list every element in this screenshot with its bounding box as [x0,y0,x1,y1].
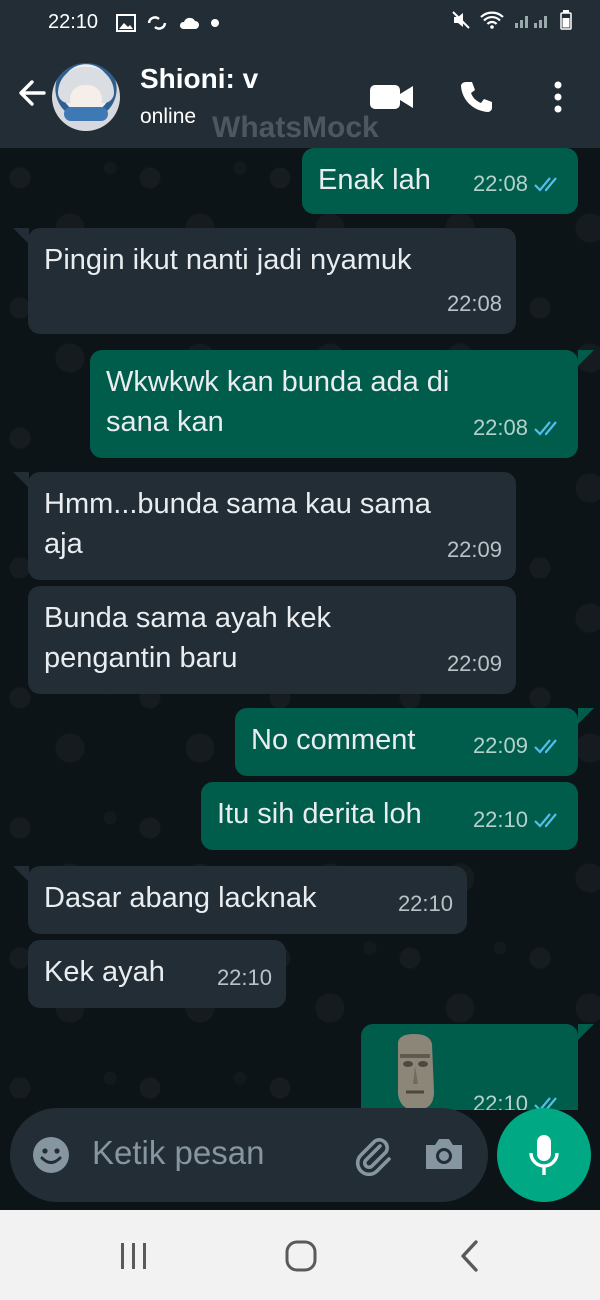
message-text-line: Bunda sama ayah kek [44,602,331,634]
recent-apps-icon[interactable] [114,1238,154,1274]
message-meta: 22:08 [473,408,564,448]
message-outgoing[interactable]: Enak lah 22:08 [302,148,578,214]
message-meta: 22:10 [473,1084,564,1110]
contact-status: online [140,105,197,128]
back-arrow-icon[interactable] [14,75,50,111]
sync-icon [146,14,168,32]
message-time: 22:09 [472,733,528,758]
message-composer: Ketik pesan [10,1108,488,1202]
message-meta: 22:10 [398,884,453,924]
mic-icon[interactable] [497,1108,591,1202]
read-ticks-icon [534,419,564,437]
message-meta: 22:09 [447,530,502,570]
camera-icon[interactable] [422,1132,466,1176]
message-text-line: aja [44,528,83,560]
signal-icon [514,11,550,35]
message-time: 22:08 [446,291,502,316]
message-meta: 22:08 [447,284,502,324]
message-text-line: Hmm...bunda sama kau sama [44,488,431,520]
message-time: 22:09 [446,651,502,676]
message-outgoing[interactable]: Itu sih derita loh 22:10 [201,782,578,850]
message-text: Itu sih derita loh [217,798,422,830]
status-time: 22:10 [48,11,99,33]
contact-name[interactable]: Shioni: v [140,63,258,95]
status-bar: 22:10 [0,0,600,45]
more-options-icon[interactable] [534,75,582,119]
message-time: 22:08 [472,171,528,196]
message-text: Enak lah [318,164,431,196]
emoji-icon[interactable] [30,1134,72,1176]
nav-back-icon[interactable] [450,1238,490,1274]
message-time: 22:10 [216,965,272,990]
watermark: WhatsMock [212,111,379,144]
wifi-icon [480,11,504,35]
message-incoming[interactable]: Kek ayah 22:10 [28,940,286,1008]
cloud-icon [178,15,200,31]
read-ticks-icon [534,737,564,755]
message-outgoing[interactable]: No comment 22:09 [235,708,578,776]
message-incoming[interactable]: Dasar abang lacknak 22:10 [28,866,467,934]
message-outgoing[interactable]: Wkwkwk kan bunda ada di sana kan 22:08 [90,350,578,458]
message-meta: 22:10 [473,800,564,840]
message-input[interactable]: Ketik pesan [92,1134,264,1172]
message-incoming[interactable]: Pingin ikut nanti jadi nyamuk 22:08 [28,228,516,334]
message-text: Dasar abang lacknak [44,882,317,914]
read-ticks-icon [534,175,564,193]
chat-area[interactable]: Enak lah 22:08 Pingin ikut nanti jadi ny… [0,148,600,1110]
battery-icon [560,9,572,36]
read-ticks-icon [534,811,564,829]
message-time: 22:09 [446,537,502,562]
avatar[interactable] [52,63,120,131]
mute-icon [452,10,470,35]
notification-dot-icon [210,18,220,28]
message-meta: 22:08 [473,164,564,204]
voice-call-icon[interactable] [452,75,500,119]
message-time: 22:10 [472,807,528,832]
message-incoming[interactable]: Bunda sama ayah kek pengantin baru 22:09 [28,586,516,694]
message-time: 22:10 [472,1091,528,1110]
message-meta: 22:09 [473,726,564,766]
attach-icon[interactable] [350,1132,394,1177]
message-meta: 22:10 [217,958,272,998]
message-text-line: Wkwkwk kan bunda ada di [106,366,450,398]
video-call-icon[interactable] [368,75,416,119]
message-text-line: pengantin baru [44,642,238,674]
message-text: No comment [251,724,416,756]
chat-header: Shioni: v online WhatsMock [0,45,600,148]
message-incoming[interactable]: Hmm...bunda sama kau sama aja 22:09 [28,472,516,580]
home-icon[interactable] [281,1238,321,1274]
message-text: Kek ayah [44,956,165,988]
message-time: 22:10 [397,891,453,916]
moai-sticker-icon[interactable] [386,1032,444,1110]
message-time: 22:08 [472,415,528,440]
message-text-line: sana kan [106,406,224,438]
message-text: Pingin ikut nanti jadi nyamuk [44,244,412,276]
gallery-icon [116,13,137,32]
message-meta: 22:09 [447,644,502,684]
system-navigation-bar [0,1210,600,1300]
